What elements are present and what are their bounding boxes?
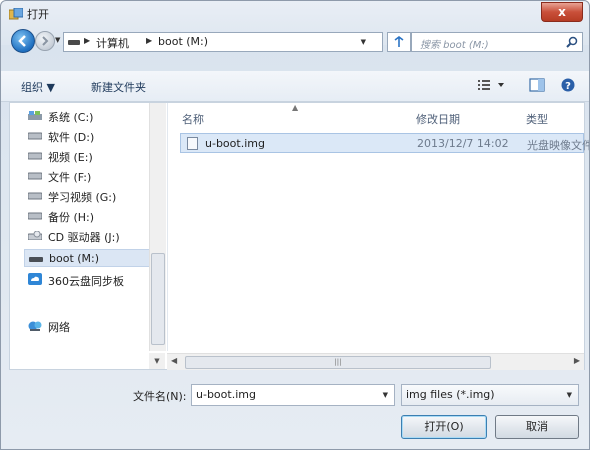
network-icon: [28, 321, 42, 331]
breadcrumb-separator-icon: ▶: [84, 36, 91, 45]
file-list: 名称 ▲ 修改日期 类型 u-boot.img 2013/12/7 14:02 …: [170, 103, 589, 351]
cloud-icon: [28, 273, 42, 285]
recent-pages-dropdown-icon[interactable]: ▼: [55, 36, 60, 44]
filename-value: u-boot.img: [196, 388, 256, 401]
nav-pane-scroll-thumb[interactable]: [151, 253, 165, 345]
breadcrumb-computer[interactable]: 计算机: [96, 35, 129, 51]
drive-icon: [28, 212, 42, 220]
open-file-dialog: 打开 x ▼ ▶ 计算机 ▶ boot (M:) ▼ 搜索 boot (M:) …: [0, 0, 590, 450]
nav-item-backup-h[interactable]: 备份 (H:): [24, 207, 159, 225]
file-row-u-boot[interactable]: u-boot.img 2013/12/7 14:02 光盘映像文件: [180, 133, 589, 153]
nav-item-label: boot (M:): [49, 252, 100, 265]
nav-item-label: 360云盘同步板: [48, 275, 124, 288]
filename-input[interactable]: u-boot.img ▼: [191, 384, 395, 406]
nav-item-label: 网络: [48, 321, 70, 334]
nav-item-software-d[interactable]: 软件 (D:): [24, 127, 159, 145]
close-button[interactable]: x: [541, 2, 583, 22]
file-name: u-boot.img: [205, 137, 265, 150]
horizontal-scroll-thumb[interactable]: |||: [185, 356, 491, 369]
breadcrumb-separator-icon: ▶: [146, 36, 153, 45]
nav-item-system-c[interactable]: 系统 (C:): [24, 107, 159, 125]
nav-item-cd-drive-j[interactable]: CD 驱动器 (J:): [24, 227, 159, 245]
breadcrumb-boot-drive[interactable]: boot (M:): [158, 35, 208, 48]
nav-item-label: 文件 (F:): [48, 171, 92, 184]
address-row: ▼ ▶ 计算机 ▶ boot (M:) ▼ 搜索 boot (M:): [1, 27, 589, 57]
back-button[interactable]: [11, 29, 35, 53]
nav-item-label: CD 驱动器 (J:): [48, 231, 120, 244]
nav-item-label: 软件 (D:): [48, 131, 95, 144]
nav-item-network[interactable]: 网络: [24, 317, 159, 335]
column-header-type[interactable]: 类型: [526, 111, 548, 127]
filter-dropdown-icon[interactable]: ▼: [567, 391, 572, 399]
search-icon: [566, 36, 578, 48]
nav-item-video-e[interactable]: 视频 (E:): [24, 147, 159, 165]
drive-icon: [28, 152, 42, 160]
navigation-pane: 系统 (C:) 软件 (D:) 视频 (E:) 文件 (F:) 学习视频 (G:…: [10, 103, 168, 351]
app-icon: [9, 8, 23, 20]
file-type-filter-value: img files (*.img): [406, 388, 495, 401]
drive-icon: [29, 257, 43, 262]
forward-button[interactable]: [35, 31, 55, 51]
drive-icon: [28, 192, 42, 200]
preview-pane-icon[interactable]: [529, 78, 545, 92]
nav-item-360-cloud-sync[interactable]: 360云盘同步板: [24, 271, 159, 289]
column-header-name[interactable]: 名称: [182, 111, 204, 127]
nav-item-files-f[interactable]: 文件 (F:): [24, 167, 159, 185]
title-bar: 打开 x: [1, 1, 589, 27]
file-modified-date: 2013/12/7 14:02: [417, 137, 509, 150]
drive-icon: [28, 132, 42, 140]
nav-item-label: 备份 (H:): [48, 211, 95, 224]
search-placeholder: 搜索 boot (M:): [420, 40, 489, 51]
sort-ascending-icon: ▲: [292, 103, 299, 112]
window-title: 打开: [27, 8, 49, 21]
scroll-right-icon[interactable]: ▶: [574, 356, 580, 365]
view-options-icon[interactable]: [477, 78, 507, 92]
help-icon[interactable]: ?: [561, 78, 575, 92]
system-drive-icon: [28, 111, 42, 120]
file-list-horizontal-scrollbar[interactable]: ◀ ||| ▶: [167, 353, 584, 370]
cancel-button[interactable]: 取消: [495, 415, 579, 439]
svg-text:?: ?: [565, 81, 571, 92]
refresh-icon: [394, 36, 404, 47]
nav-scroll-down-icon[interactable]: ▼: [149, 353, 165, 369]
address-dropdown-icon[interactable]: ▼: [361, 38, 366, 46]
organize-button[interactable]: 组织 ▼: [21, 79, 55, 95]
nav-item-boot-m[interactable]: boot (M:): [24, 249, 159, 267]
file-type-filter-select[interactable]: img files (*.img) ▼: [401, 384, 579, 406]
nav-item-label: 视频 (E:): [48, 151, 93, 164]
search-input[interactable]: 搜索 boot (M:): [411, 32, 583, 52]
cd-drive-icon: [28, 231, 42, 240]
column-header-modified[interactable]: 修改日期: [416, 111, 460, 127]
command-bar: 组织 ▼ 新建文件夹 ?: [1, 71, 589, 102]
filename-dropdown-icon[interactable]: ▼: [383, 391, 388, 399]
filename-label: 文件名(N):: [133, 390, 187, 403]
drive-icon: [28, 172, 42, 180]
drive-icon: [68, 40, 80, 45]
nav-item-label: 系统 (C:): [48, 111, 94, 124]
nav-item-label: 学习视频 (G:): [48, 191, 117, 204]
open-button[interactable]: 打开(O): [401, 415, 487, 439]
nav-item-study-videos-g[interactable]: 学习视频 (G:): [24, 187, 159, 205]
file-type: 光盘映像文件: [527, 139, 590, 152]
refresh-button[interactable]: [387, 32, 411, 52]
disc-image-file-icon: [187, 137, 198, 150]
back-arrow-icon: [18, 35, 26, 47]
browser-body: 系统 (C:) 软件 (D:) 视频 (E:) 文件 (F:) 学习视频 (G:…: [9, 102, 589, 370]
new-folder-button[interactable]: 新建文件夹: [91, 79, 146, 95]
address-bar[interactable]: ▶ 计算机 ▶ boot (M:) ▼: [63, 32, 383, 52]
scroll-left-icon[interactable]: ◀: [171, 356, 177, 365]
forward-arrow-icon: [42, 36, 49, 46]
